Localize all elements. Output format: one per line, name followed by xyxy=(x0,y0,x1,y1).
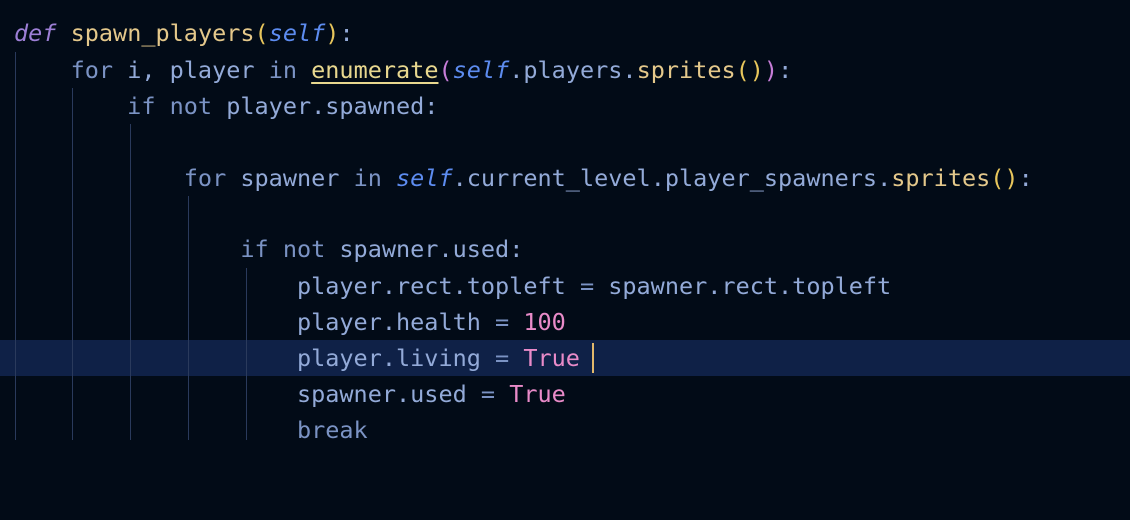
code-line-1-text: def spawn_players(self): xyxy=(14,19,354,47)
code-line-3-text: if not player.spawned: xyxy=(14,92,439,120)
code-line-7-text: if not spawner.used: xyxy=(14,235,524,263)
indent-guide-4 xyxy=(188,196,189,440)
code-line-5-text: for spawner in self.current_level.player… xyxy=(14,164,1033,192)
code-line-8[interactable]: player.rect.topleft = spawner.rect.tople… xyxy=(0,268,1130,304)
code-editor[interactable]: def spawn_players(self): for i, player i… xyxy=(0,0,1130,444)
code-line-2[interactable]: for i, player in enumerate(self.players.… xyxy=(0,52,1130,88)
code-line-10-current[interactable]: player.living = True xyxy=(0,340,1130,376)
code-line-7[interactable]: if not spawner.used: xyxy=(0,231,1130,267)
indent-guide-3 xyxy=(130,124,131,440)
indent-guide-1 xyxy=(15,52,16,440)
text-caret xyxy=(592,343,594,373)
code-line-11[interactable]: spawner.used = True xyxy=(0,376,1130,412)
code-line-5[interactable]: for spawner in self.current_level.player… xyxy=(0,160,1130,196)
code-line-9[interactable]: player.health = 100 xyxy=(0,304,1130,340)
code-line-11-text: spawner.used = True xyxy=(14,380,566,408)
code-line-12[interactable]: break xyxy=(0,412,1130,448)
code-line-3[interactable]: if not player.spawned: xyxy=(0,88,1130,124)
indent-guide-2 xyxy=(72,88,73,440)
code-line-2-text: for i, player in enumerate(self.players.… xyxy=(14,56,793,84)
code-line-9-text: player.health = 100 xyxy=(14,308,566,336)
code-line-8-text: player.rect.topleft = spawner.rect.tople… xyxy=(14,272,892,300)
code-line-1[interactable]: def spawn_players(self): xyxy=(0,15,1130,51)
code-line-10-text: player.living = True xyxy=(14,344,580,372)
indent-guide-5 xyxy=(246,268,247,440)
code-line-12-text: break xyxy=(14,416,368,444)
